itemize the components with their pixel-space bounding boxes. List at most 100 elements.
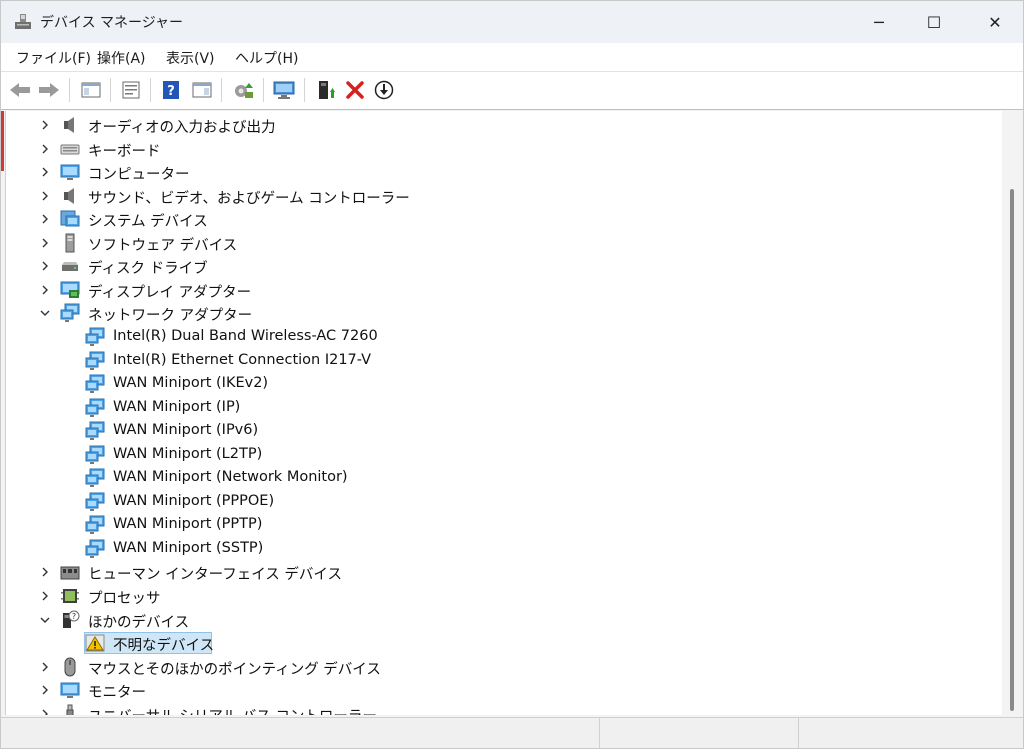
chevron-right-icon[interactable]	[38, 282, 52, 298]
monitor-icon	[60, 680, 80, 700]
tree-item-label: ヒューマン インターフェイス デバイス	[88, 567, 342, 584]
menu-help[interactable]: ヘルプ(H)	[235, 48, 298, 68]
tree-category-row[interactable]: オーディオの入力および出力	[6, 114, 986, 136]
processor-icon	[60, 586, 80, 606]
folder-monitor-icon	[60, 209, 80, 229]
chevron-right-icon[interactable]	[38, 564, 52, 580]
tree-device-row[interactable]: WAN Miniport (IPv6)	[6, 420, 986, 442]
unknown-device-icon: ?	[60, 610, 80, 630]
tree-item-label: ディスク ドライブ	[88, 261, 208, 278]
tree-item-label: WAN Miniport (Network Monitor)	[113, 469, 348, 486]
show-action-pane-button[interactable]	[191, 79, 213, 101]
show-hide-console-tree-icon	[81, 82, 101, 98]
tree-category-row[interactable]: キーボード	[6, 138, 986, 160]
menu-action[interactable]: 操作(A)	[97, 48, 146, 68]
tree-category-row[interactable]: システム デバイス	[6, 208, 986, 230]
tree-category-row[interactable]: ソフトウェア デバイス	[6, 232, 986, 254]
download-button[interactable]	[373, 79, 395, 101]
vertical-scrollbar[interactable]	[1004, 111, 1020, 715]
chevron-down-icon[interactable]	[38, 612, 52, 628]
tree-device-row[interactable]: WAN Miniport (IKEv2)	[6, 373, 986, 395]
chevron-right-icon[interactable]	[38, 141, 52, 157]
forward-button[interactable]	[38, 79, 60, 101]
mouse-icon	[60, 657, 80, 677]
tree-category-row[interactable]: モニター	[6, 679, 986, 701]
menu-view[interactable]: 表示(V)	[166, 48, 215, 68]
tree-item-label: ほかのデバイス	[88, 614, 190, 631]
tree-category-row[interactable]: コンピューター	[6, 161, 986, 183]
tree-device-row[interactable]: WAN Miniport (IP)	[6, 397, 986, 419]
toolbar-separator	[304, 78, 305, 102]
back-button[interactable]	[9, 79, 31, 101]
chevron-right-icon[interactable]	[38, 258, 52, 274]
chevron-right-icon[interactable]	[38, 164, 52, 180]
tree-device-row[interactable]: WAN Miniport (L2TP)	[6, 444, 986, 466]
tree-category-row[interactable]: ヒューマン インターフェイス デバイス	[6, 561, 986, 583]
network-icon	[85, 421, 105, 441]
device-tree[interactable]: オーディオの入力および出力 キーボード コンピューター サウンド、ビデオ、およびゲーム…	[5, 111, 1002, 715]
toolbar: ?	[1, 71, 1023, 110]
tree-category-row[interactable]: ユニバーサル シリアル バス コントローラー	[6, 703, 986, 715]
tree-device-row[interactable]: WAN Miniport (Network Monitor)	[6, 467, 986, 489]
tree-device-row[interactable]: WAN Miniport (PPPOE)	[6, 491, 986, 513]
show-action-pane-icon	[192, 82, 212, 98]
tree-device-row[interactable]: WAN Miniport (SSTP)	[6, 538, 986, 560]
tree-item-label: WAN Miniport (PPPOE)	[113, 492, 275, 509]
chevron-right-icon[interactable]	[38, 682, 52, 698]
monitor-icon	[60, 162, 80, 182]
uninstall-device-icon	[346, 81, 364, 99]
usb-icon	[60, 704, 80, 715]
device-manager-window: デバイス マネージャー ─ ☐ ✕ ファイル(F) 操作(A) 表示(V) ヘル…	[0, 0, 1024, 749]
chevron-right-icon[interactable]	[38, 117, 52, 133]
chevron-down-icon[interactable]	[38, 305, 52, 321]
network-icon	[85, 398, 105, 418]
tree-category-row[interactable]: プロセッサ	[6, 585, 986, 607]
window-edge-accent	[1, 111, 4, 171]
tree-item-label: ディスプレイ アダプター	[88, 284, 252, 301]
help-button[interactable]: ?	[160, 79, 182, 101]
tree-category-row[interactable]: ディスク ドライブ	[6, 255, 986, 277]
update-driver-icon	[235, 83, 253, 98]
close-button[interactable]: ✕	[969, 1, 1021, 43]
tree-device-row[interactable]: Intel(R) Dual Band Wireless-AC 7260	[6, 326, 986, 348]
show-hide-console-tree-button[interactable]	[80, 79, 102, 101]
menu-bar: ファイル(F) 操作(A) 表示(V) ヘルプ(H)	[1, 43, 1023, 71]
window-title: デバイス マネージャー	[40, 15, 184, 31]
tree-category-row[interactable]: ? ほかのデバイス	[6, 609, 986, 631]
tree-category-row[interactable]: マウスとそのほかのポインティング デバイス	[6, 656, 986, 678]
chevron-right-icon[interactable]	[38, 588, 52, 604]
properties-icon	[122, 81, 140, 99]
scrollbar-thumb[interactable]	[1010, 189, 1014, 711]
title-bar[interactable]: デバイス マネージャー ─ ☐ ✕	[1, 1, 1023, 43]
properties-button[interactable]	[120, 79, 142, 101]
tree-device-row[interactable]: WAN Miniport (PPTP)	[6, 514, 986, 536]
chevron-right-icon[interactable]	[38, 235, 52, 251]
help-icon: ?	[163, 81, 179, 99]
keyboard-icon	[60, 139, 80, 159]
tree-item-label: ソフトウェア デバイス	[88, 237, 238, 254]
tree-device-row[interactable]: 不明なデバイス	[6, 632, 986, 655]
update-driver-button[interactable]	[232, 79, 254, 101]
minimize-icon: ─	[874, 12, 884, 32]
tree-item-label: WAN Miniport (IP)	[113, 398, 241, 415]
status-bar	[1, 717, 1023, 748]
tree-category-row[interactable]: ネットワーク アダプター	[6, 302, 986, 324]
tree-device-row[interactable]: Intel(R) Ethernet Connection I217-V	[6, 350, 986, 372]
chevron-right-icon[interactable]	[38, 706, 52, 715]
chevron-right-icon[interactable]	[38, 211, 52, 227]
tree-category-row[interactable]: サウンド、ビデオ、およびゲーム コントローラー	[6, 185, 986, 207]
disk-drive-icon	[60, 256, 80, 276]
chevron-right-icon[interactable]	[38, 659, 52, 675]
menu-file[interactable]: ファイル(F)	[16, 48, 91, 68]
chevron-right-icon[interactable]	[38, 188, 52, 204]
tree-item-label: WAN Miniport (PPTP)	[113, 516, 263, 533]
minimize-button[interactable]: ─	[853, 1, 905, 43]
enable-device-button[interactable]	[315, 79, 337, 101]
tree-category-row[interactable]: ディスプレイ アダプター	[6, 279, 986, 301]
toolbar-separator	[263, 78, 264, 102]
speaker-icon	[60, 115, 80, 135]
tree-item-label: 不明なデバイス	[113, 638, 215, 655]
uninstall-device-button[interactable]	[344, 79, 366, 101]
scan-hardware-button[interactable]	[273, 79, 295, 101]
maximize-button[interactable]: ☐	[908, 1, 960, 43]
